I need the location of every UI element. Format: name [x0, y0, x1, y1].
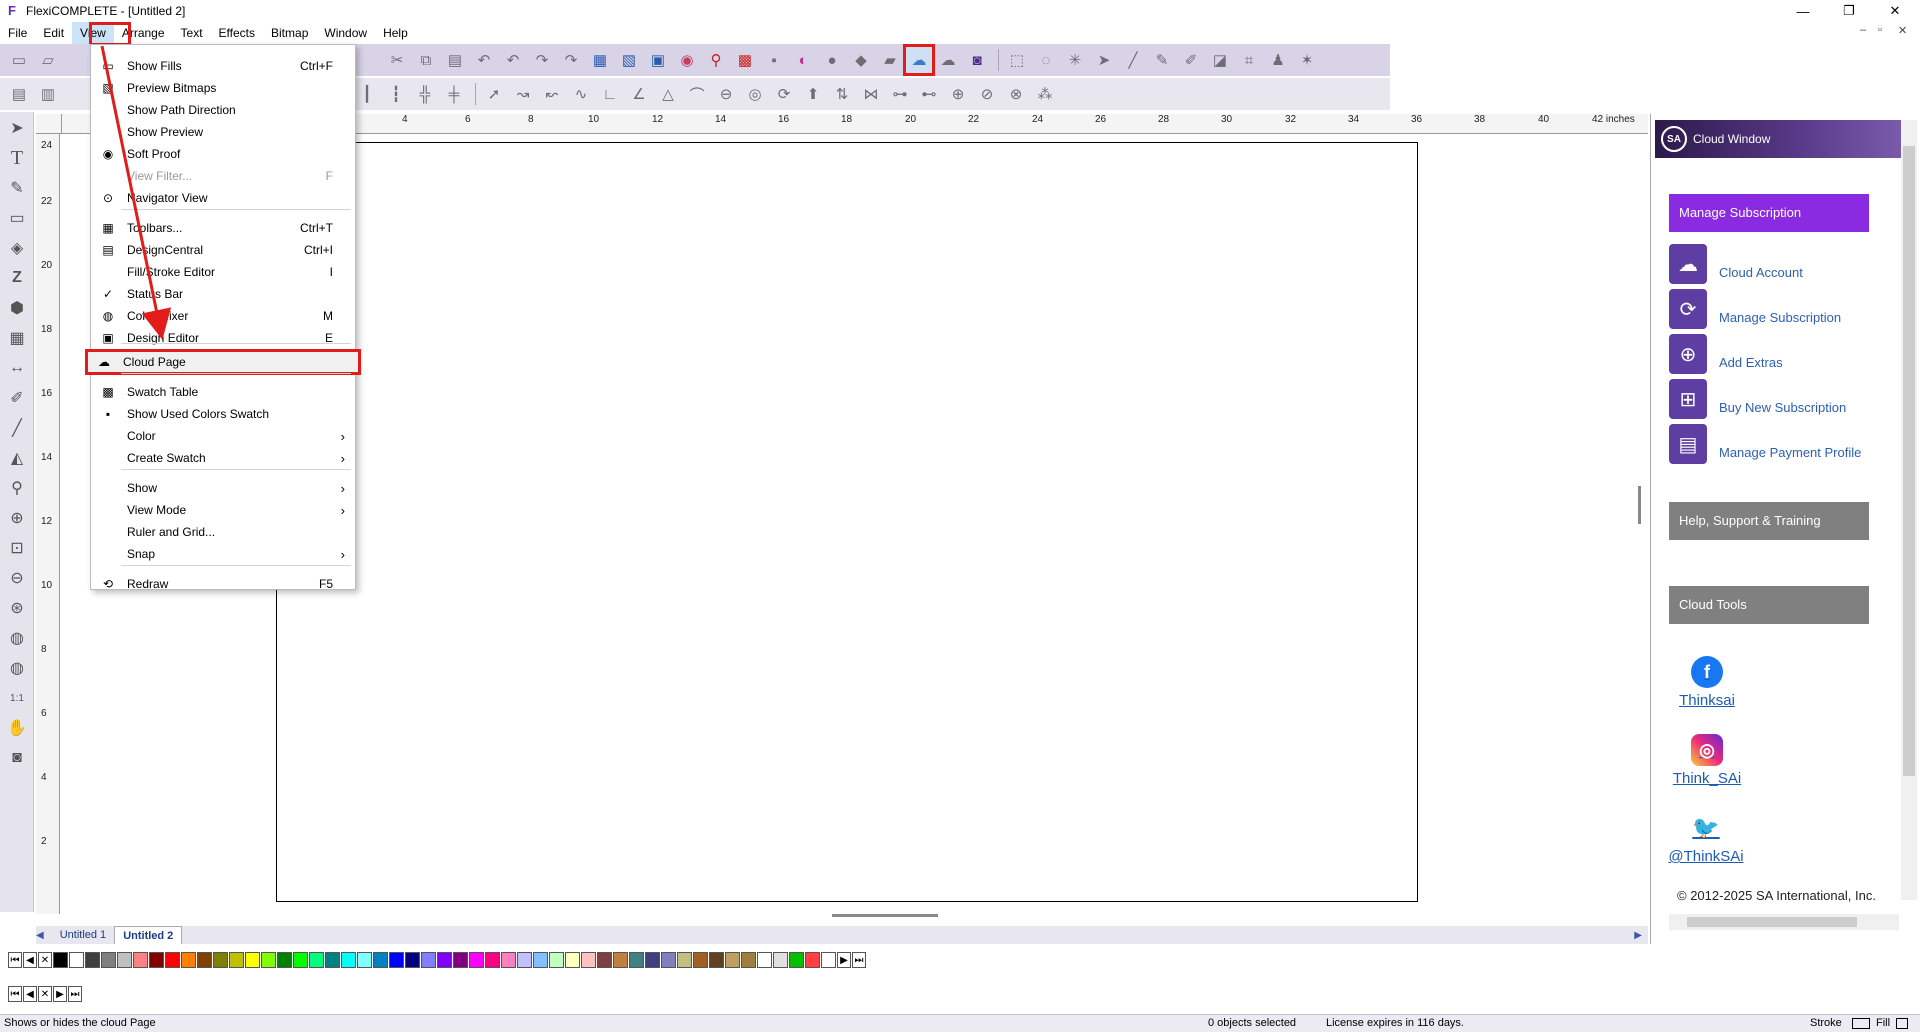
annotation-arrow	[100, 45, 172, 340]
